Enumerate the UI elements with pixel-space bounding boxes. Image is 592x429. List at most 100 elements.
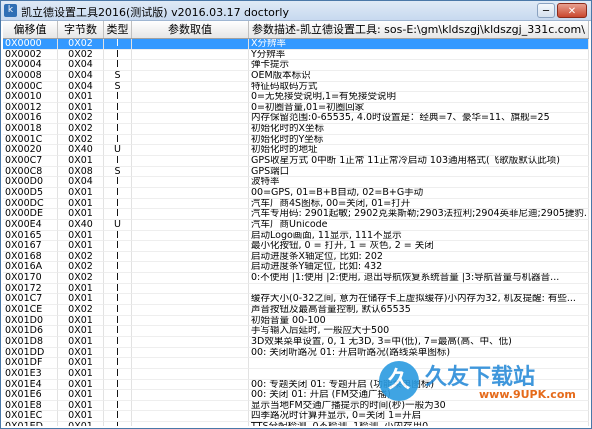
table-row[interactable]: 0X01ED0X01I TTS分配检测, 0不检测, 1检测, 小内存用0	[3, 422, 589, 426]
table-row[interactable]: 0X0012 0X01 I 0=初圈音量,01=初圈回家	[3, 102, 589, 114]
table-row[interactable]: 0X0165 0X01 I 启动Logo画面, 11显示, 111不显示	[3, 230, 589, 242]
cell-offset: 0X001C	[3, 134, 58, 146]
cell-bytes: 0X01	[58, 294, 104, 306]
cell-description: 初始化时的地址	[249, 145, 589, 157]
table-row[interactable]: 0X0172 0X01 I	[3, 283, 589, 295]
cell-bytes: 0X08	[58, 166, 104, 178]
table-row[interactable]: 0X00C8 0X08 S GPS端口	[3, 166, 589, 178]
cell-value[interactable]	[132, 251, 249, 263]
cell-value[interactable]	[132, 124, 249, 135]
cell-value[interactable]	[132, 113, 249, 125]
table-row[interactable]: 0X016A 0X02 I 启动进度条Y轴定位, 比如: 432	[3, 262, 589, 274]
table-row[interactable]: 0X0008 0X04 S OEM版本标识	[3, 70, 589, 82]
cell-type: I	[104, 49, 132, 61]
cell-value[interactable]	[132, 315, 249, 327]
table-row[interactable]: 0X0018 0X02 I 初始化时的X坐标	[3, 124, 589, 135]
cell-value[interactable]	[132, 400, 249, 412]
table-row[interactable]: 0X0002 0X02 I Y分辨率	[3, 49, 589, 61]
table-row[interactable]: 0X0004 0X04 I 弹卡提示	[3, 60, 589, 71]
cell-value[interactable]	[132, 411, 249, 423]
table-row[interactable]: 0X001C 0X02 I 初始化时的Y坐标	[3, 134, 589, 146]
table-row[interactable]: 0X00E4 0X40 U 汽车厂商Unicode	[3, 219, 589, 231]
cell-value[interactable]	[132, 209, 249, 220]
cell-value[interactable]	[132, 368, 249, 380]
cell-description: 特征码取码方式	[249, 81, 589, 93]
cell-offset: 0X016A	[3, 262, 58, 274]
cell-value[interactable]	[132, 39, 249, 50]
cell-value[interactable]	[132, 336, 249, 348]
cell-bytes: 0X02	[58, 49, 104, 61]
table-row[interactable]: 0X00C7 0X01 I GPS收星方式 0中断 1正常 11正常冷启动 103通用…	[3, 156, 589, 167]
column-header-value[interactable]: 参数取值	[132, 21, 249, 38]
cell-value[interactable]	[132, 283, 249, 295]
title-bar[interactable]: k 凯立德设置工具2016(测试版) v2016.03.17 doctorly …	[1, 1, 591, 21]
cell-type: I	[104, 92, 132, 103]
cell-value[interactable]	[132, 262, 249, 274]
table-row[interactable]: 0X000C 0X04 S 特征码取码方式	[3, 81, 589, 93]
cell-value[interactable]	[132, 156, 249, 167]
cell-offset: 0X0004	[3, 60, 58, 71]
table-row[interactable]: 0X01CE 0X02 I 声音按钮及最高音量控制, 默认65535	[3, 305, 589, 316]
cell-value[interactable]	[132, 49, 249, 61]
cell-value[interactable]	[132, 92, 249, 103]
cell-value[interactable]	[132, 230, 249, 242]
cell-type: I	[104, 156, 132, 167]
cell-offset: 0X01D8	[3, 336, 58, 348]
column-header-offset[interactable]: 偏移值	[3, 21, 58, 38]
table-row[interactable]: 0X0167 0X01 I 最小化按钮, 0 = 打开, 1 = 灰色, 2 = 关闭	[3, 241, 589, 252]
table-row[interactable]: 0X00D0 0X04 I 波特率	[3, 177, 589, 188]
column-header-bytes[interactable]: 字节数	[58, 21, 104, 38]
cell-value[interactable]	[132, 102, 249, 114]
cell-value[interactable]	[132, 60, 249, 71]
cell-value[interactable]	[132, 81, 249, 93]
cell-type: I	[104, 60, 132, 71]
cell-value[interactable]	[132, 145, 249, 157]
table-row[interactable]: 0X0170 0X02 I 0:不使用 |1:使用 |2:使用, 退出导航恢复系统音量…	[3, 273, 589, 284]
cell-value[interactable]	[132, 390, 249, 401]
cell-value[interactable]	[132, 347, 249, 359]
table-row[interactable]: 0X0000 0X02 I X分辨率	[3, 39, 589, 50]
cell-offset: 0X0165	[3, 230, 58, 242]
cell-bytes: 0X01	[58, 411, 104, 423]
table-row[interactable]: 0X0168 0X02 I 启动进度条X轴定位, 比如: 202	[3, 251, 589, 263]
cell-value[interactable]	[132, 241, 249, 252]
column-header-description[interactable]: 参数描述-凯立德设置工具: sos-E:\gm\kldszgj\kldszgj_…	[249, 21, 589, 38]
close-button[interactable]: ✕	[557, 3, 587, 18]
table-row[interactable]: 0X00DE 0X01 I 汽车专用码: 2901起敏; 2902克莱斯勒;2903法…	[3, 209, 589, 220]
cell-value[interactable]	[132, 422, 249, 426]
cell-value[interactable]	[132, 70, 249, 82]
cell-value[interactable]	[132, 187, 249, 199]
cell-bytes: 0X04	[58, 70, 104, 82]
table-row[interactable]: 0X0010 0X01 I 0=无免接受说明,1=有免接受说明	[3, 92, 589, 103]
table-row[interactable]: 0X0016 0X02 I 内存保留范围:0-65535, 4.0时设置是：经典=7、…	[3, 113, 589, 125]
cell-value[interactable]	[132, 294, 249, 306]
cell-value[interactable]	[132, 219, 249, 231]
cell-value[interactable]	[132, 358, 249, 369]
cell-value[interactable]	[132, 305, 249, 316]
cell-value[interactable]	[132, 177, 249, 188]
cell-value[interactable]	[132, 379, 249, 391]
cell-value[interactable]	[132, 166, 249, 178]
table-row[interactable]: 0X01D0 0X01 I 初始音量 00-100	[3, 315, 589, 327]
table-row[interactable]: 0X01EC 0X01 I 四季路况时计算并显示, 0=关闭 1=开启	[3, 411, 589, 423]
table-row[interactable]: 0X00D5 0X01 I 00=GPS, 01=B+B自动, 02=B+G手动	[3, 187, 589, 199]
cell-value[interactable]	[132, 198, 249, 210]
cell-bytes: 0X01	[58, 326, 104, 337]
cell-value[interactable]	[132, 134, 249, 146]
cell-bytes: 0X01	[58, 422, 104, 426]
minimize-button[interactable]: ─	[537, 3, 555, 18]
column-header-type[interactable]: 类型	[104, 21, 132, 38]
cell-type: I	[104, 358, 132, 369]
cell-bytes: 0X02	[58, 113, 104, 125]
cell-value[interactable]	[132, 273, 249, 284]
table-row[interactable]: 0X01D6 0X01 I 手写输入后延时, 一般应大于500	[3, 326, 589, 337]
cell-value[interactable]	[132, 326, 249, 337]
table-row[interactable]: 0X0020 0X40 U 初始化时的地址	[3, 145, 589, 157]
app-icon: k	[4, 4, 17, 17]
cell-type: U	[104, 145, 132, 157]
table-row[interactable]: 0X01D8 0X01 I 3D效果菜单设置, 0, 1 无3D, 3=中(低), 7…	[3, 336, 589, 348]
cell-bytes: 0X01	[58, 368, 104, 380]
table-row[interactable]: 0X01C7 0X01 I 缓存大小(0-32之间, 意为在储存卡上虚拟缓存)小内存为…	[3, 294, 589, 306]
table-row[interactable]: 0X00DC 0X01 I 汽车厂商4S图标, 00=关闭, 01=打开	[3, 198, 589, 210]
cell-offset: 0X0168	[3, 251, 58, 263]
